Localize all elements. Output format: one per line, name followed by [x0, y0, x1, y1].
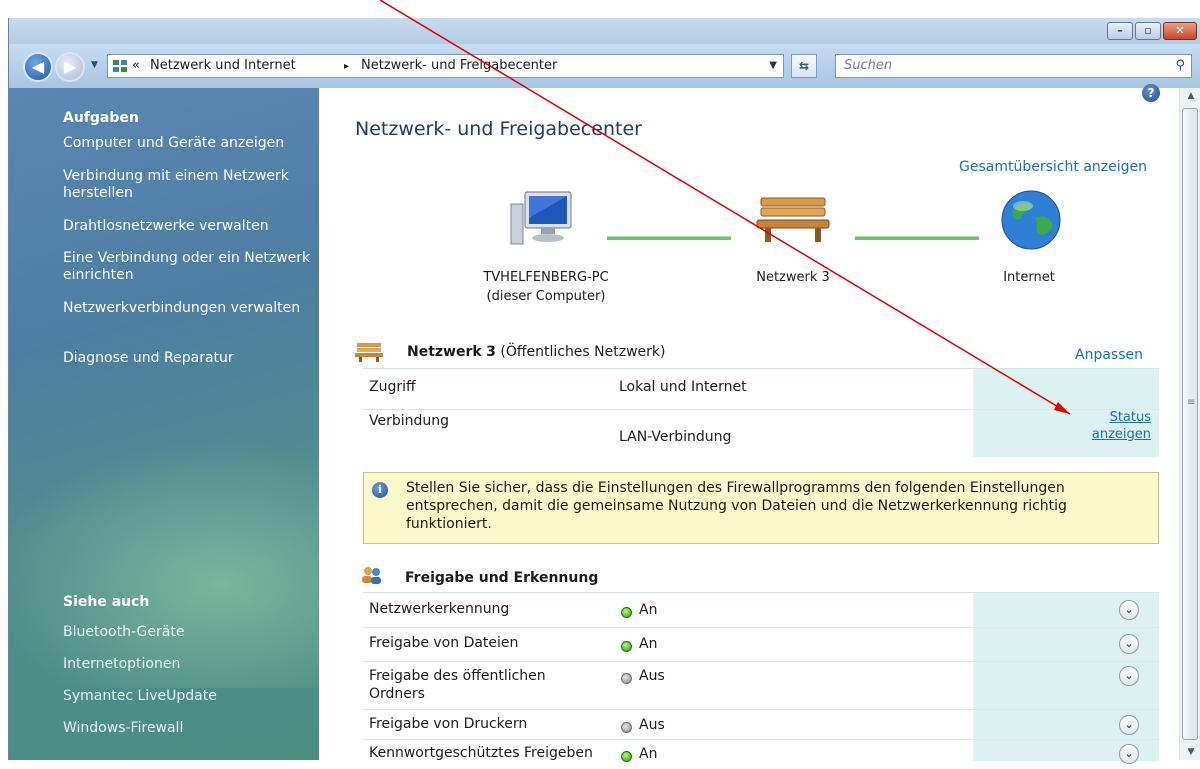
annotation-arrow — [379, 0, 1071, 415]
